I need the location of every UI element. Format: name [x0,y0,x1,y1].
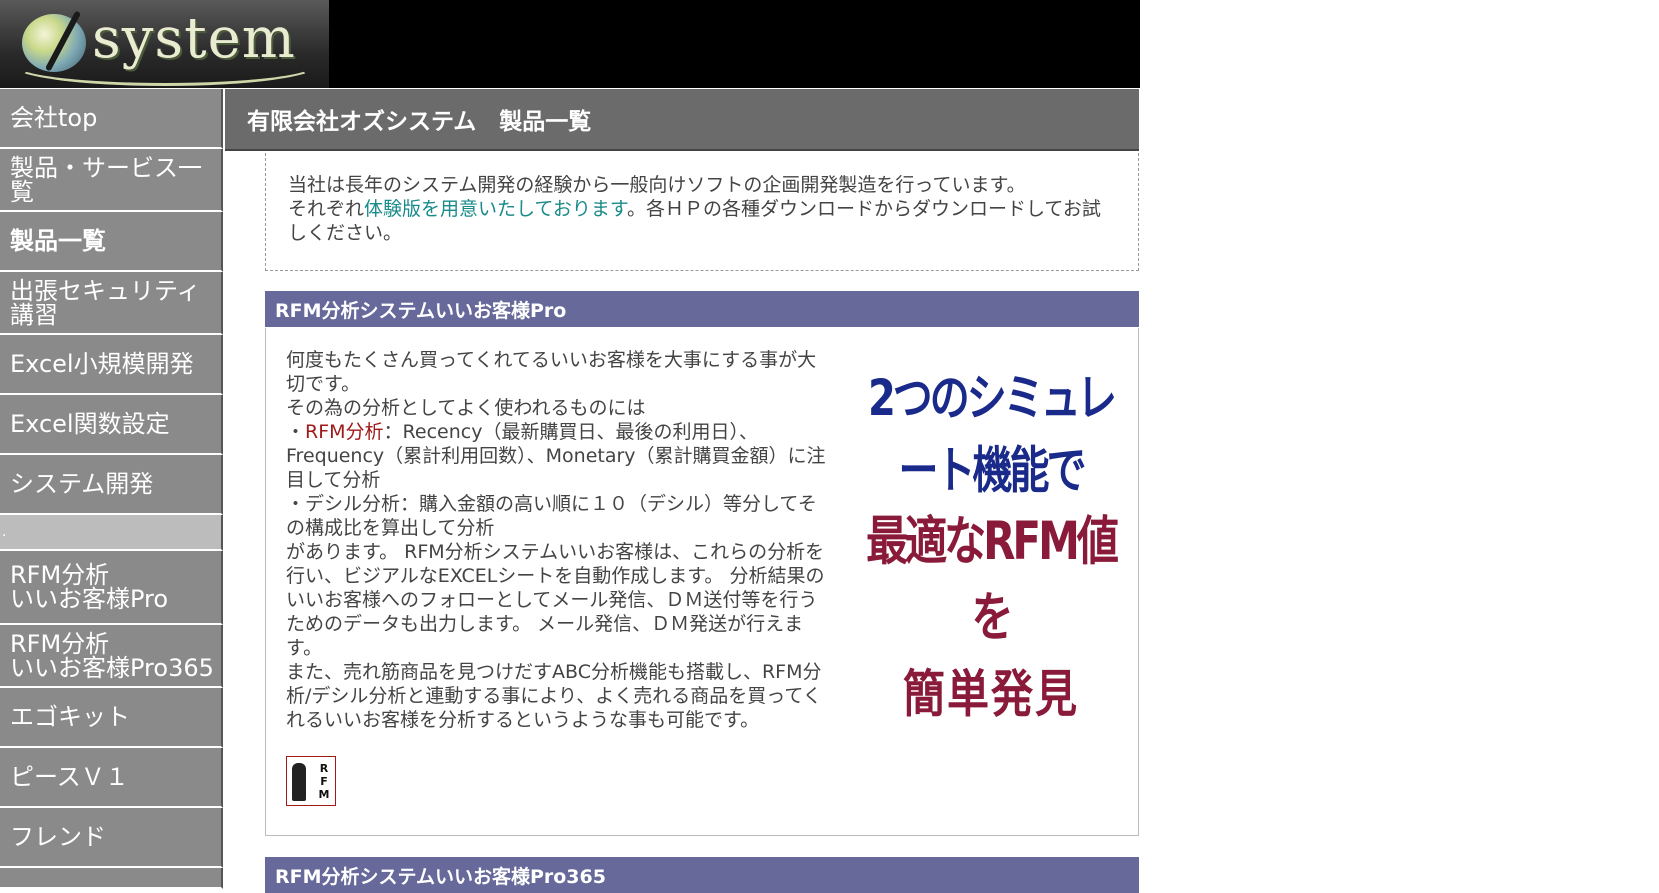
sidebar-item-label: Excel小規模開発 [10,350,194,378]
product-paragraph: また、売れ筋商品を見つけだすABC分析機能も搭載し、RFM分析/デシル分析と連動… [286,661,822,731]
sidebar-item-label: 製品・サービス一覧 [10,153,202,206]
intro-text: それぞれ [288,198,365,220]
product-heading-rfm-pro[interactable]: RFM分析システムいいお客様Pro [265,291,1139,327]
sidebar-item-company-top[interactable]: 会社top [0,89,223,149]
sidebar-separator-label: . [2,524,7,540]
product-paragraph: ・デシル分析：購入金額の高い順に１０（デシル）等分してその構成比を算出して分析 [286,493,817,539]
product-heading-rfm-pro365[interactable]: RFM分析システムいいお客様Pro365 [265,857,1139,893]
product-paragraph: ・RFM分析：Recency（最新購買日、最後の利用日）、Frequency（累… [286,420,826,492]
intro-line-1: 当社は長年のシステム開発の経験から一般向けソフトの企画開発製造を行っています。 [288,174,1026,196]
icon-letter-f: F [320,775,328,788]
sidebar-item-excel-functions[interactable]: Excel関数設定 [0,395,223,455]
product-paragraph: 何度もたくさん買ってくれてるいいお客様を大事にする事が大切です。 [286,349,817,395]
sidebar-item-label: 製品一覧 [10,227,106,255]
header-bar: system [0,0,1140,88]
sidebar-item-label: 出張セキュリティ講習 [10,276,201,329]
product-description: 何度もたくさん買ってくれてるいいお客様を大事にする事が大切です。 その為の分析と… [286,348,826,732]
promo-banner: 2つのシミュレート機能で 最適なRFM値を 簡単発見 [856,358,1126,724]
sidebar-item-label: ピースＶ１ [10,763,129,791]
sidebar-item-label: エゴキット [10,703,130,731]
sidebar-item-product-list[interactable]: 製品一覧 [0,212,223,272]
rfm-product-icon[interactable]: R F M [286,756,336,806]
sidebar-nav: 会社top 製品・サービス一覧 製品一覧 出張セキュリティ講習 Excel小規模… [0,89,223,889]
product-paragraph: その為の分析としてよく使われるものには [286,397,646,419]
intro-box: 当社は長年のシステム開発の経験から一般向けソフトの企画開発製造を行っています。 … [265,153,1139,271]
sidebar-item-label: フレンド [10,823,106,851]
sidebar-item-egokit[interactable]: エゴキット [0,688,223,748]
sidebar-item-products-services[interactable]: 製品・サービス一覧 [0,149,223,212]
icon-letter-m: M [318,788,330,801]
promo-line-2: 最適なRFM値を [866,510,1119,648]
sidebar-item-label: RFM分析 いいお客様Pro [10,561,169,613]
sidebar-item-friend[interactable]: フレンド [0,808,223,868]
promo-line-1: 2つのシミュレート機能で [867,370,1117,500]
icon-letter-r: R [319,762,329,775]
page-title: 有限会社オズシステム 製品一覧 [225,89,1139,151]
sidebar-item-label: Excel関数設定 [10,410,170,438]
sidebar-item-system-dev[interactable]: システム開発 [0,455,223,515]
sidebar-item-security-training[interactable]: 出張セキュリティ講習 [0,272,223,335]
product-paragraph: があります。 RFM分析システムいいお客様は、これらの分析を行い、ビジアルなEX… [286,541,825,659]
sidebar-item-label: RFM分析 いいお客様Pro365 [10,629,214,682]
sidebar-item-label: システム開発 [10,470,154,498]
sidebar-item-peace-v1[interactable]: ピースＶ１ [0,748,223,808]
intro-line-2: それぞれ体験版を用意いたしております。各ＨＰの各種ダウンロードからダウンロードし… [288,197,1118,245]
logo-text: system [92,6,296,71]
sidebar-item-next[interactable] [0,868,223,889]
sidebar-item-excel-small-dev[interactable]: Excel小規模開発 [0,335,223,395]
bullet: ・ [286,421,306,443]
trial-version-link[interactable]: 体験版を用意いたしております [364,198,627,220]
sidebar-item-rfm-pro[interactable]: RFM分析 いいお客様Pro [0,551,223,625]
product-card-rfm-pro: 何度もたくさん買ってくれてるいいお客様を大事にする事が大切です。 その為の分析と… [265,328,1139,836]
promo-line-3: 簡単発見 [902,664,1079,724]
sidebar-separator: . [0,515,223,551]
site-logo[interactable]: system [0,0,329,88]
sidebar-item-rfm-pro365[interactable]: RFM分析 いいお客様Pro365 [0,625,223,688]
person-icon [292,763,306,801]
rfm-analysis-link[interactable]: RFM分析 [305,421,384,443]
sidebar-item-label: 会社top [10,104,98,132]
